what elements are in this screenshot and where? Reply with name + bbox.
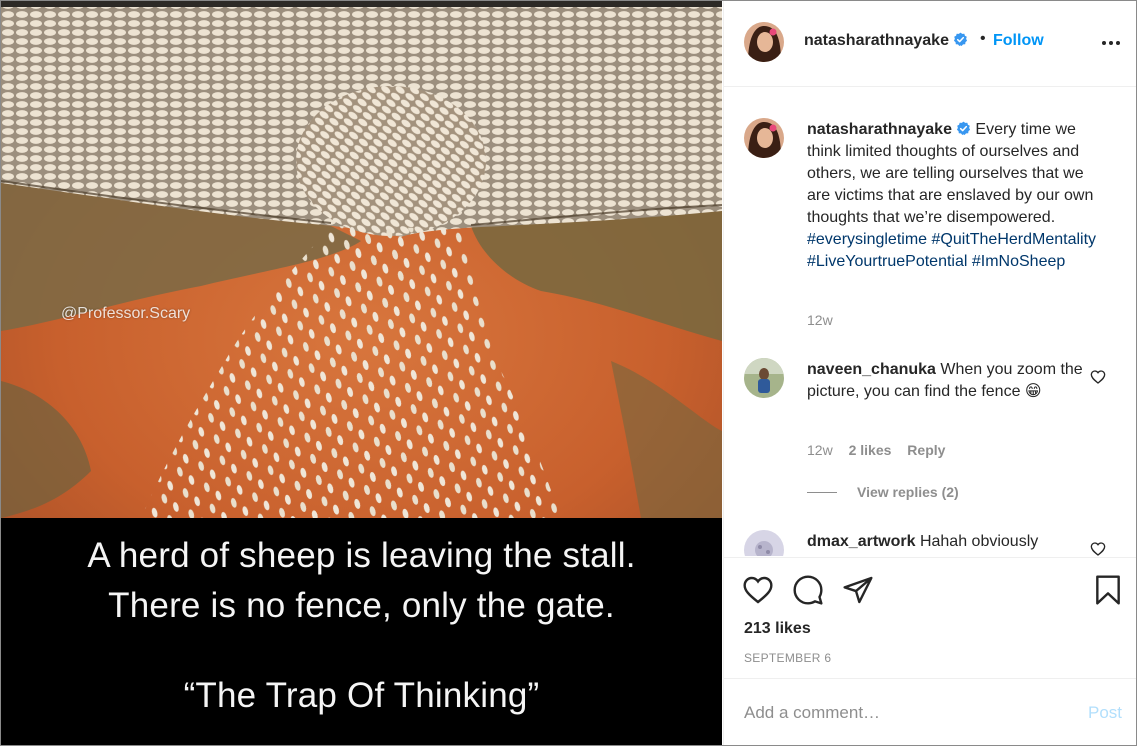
author-avatar[interactable] (744, 22, 784, 62)
hashtag-link[interactable]: #QuitTheHerdMentality (932, 231, 1097, 248)
comment-username[interactable]: dmax_artwork (807, 533, 916, 550)
comment-meta: 12w 2 likes Reply (807, 442, 957, 458)
verified-badge-icon (953, 32, 968, 46)
commenter-avatar[interactable] (744, 530, 784, 556)
caption-age[interactable]: 12w (807, 312, 833, 328)
view-replies-button[interactable]: View replies (2) (857, 484, 959, 500)
caption-author-avatar[interactable] (744, 118, 784, 158)
heart-icon[interactable] (742, 574, 774, 606)
verified-badge-icon (956, 121, 971, 135)
post-comment-button[interactable]: Post (1088, 703, 1122, 723)
comments-list[interactable]: natasharathnayake Every time we think li… (724, 88, 1136, 556)
comment-text: Hahah obviously (919, 533, 1039, 550)
hashtag-link[interactable]: #ImNoSheep (972, 253, 1065, 270)
hashtag-link[interactable]: #LiveYourtruePotential (807, 253, 967, 270)
post-media[interactable]: @Professor.Scary A herd of sheep is leav… (1, 1, 722, 745)
hashtag-link[interactable]: #everysingletime (807, 231, 927, 248)
bookmark-icon[interactable] (1092, 574, 1124, 606)
comment-age[interactable]: 12w (807, 442, 833, 458)
caption-username[interactable]: natasharathnayake (807, 121, 952, 138)
comment-username[interactable]: naveen_chanuka (807, 361, 936, 378)
likes-count[interactable]: 213 likes (744, 620, 811, 638)
comment-input[interactable] (744, 701, 1074, 725)
post-caption: natasharathnayake Every time we think li… (807, 119, 1107, 273)
grinning-emoji: 😁 (1024, 383, 1042, 400)
header-separator: • (980, 30, 986, 47)
post-actions: 213 likes SEPTEMBER 6 (724, 557, 1136, 677)
reply-button[interactable]: Reply (907, 442, 945, 458)
comment-like-icon[interactable] (1090, 369, 1106, 385)
image-caption-line-2: There is no fence, only the gate. (108, 586, 615, 625)
image-caption-line-1: A herd of sheep is leaving the stall. (87, 536, 636, 575)
share-icon[interactable] (842, 574, 874, 606)
post-header: natasharathnayake • Follow (724, 1, 1136, 87)
author-username[interactable]: natasharathnayake (804, 32, 968, 50)
comment-likes[interactable]: 2 likes (849, 442, 892, 458)
commenter-avatar[interactable] (744, 358, 784, 398)
comment-body: dmax_artwork Hahah obviously (807, 531, 1087, 553)
post-date[interactable]: SEPTEMBER 6 (744, 651, 831, 665)
follow-button[interactable]: Follow (993, 32, 1044, 50)
comment-like-icon[interactable] (1090, 541, 1106, 556)
image-caption-line-3: “The Trap Of Thinking” (183, 676, 540, 715)
caption-meta: 12w (807, 312, 845, 328)
add-comment-bar: Post (724, 678, 1136, 745)
view-replies-line (807, 492, 837, 493)
more-options-icon[interactable] (1100, 35, 1122, 51)
comment-body: naveen_chanuka When you zoom the picture… (807, 359, 1087, 403)
post-side-panel: natasharathnayake • Follow natasharathna… (723, 1, 1136, 745)
comment-icon[interactable] (792, 574, 824, 606)
sheep-aerial-photo (1, 1, 722, 518)
photo-watermark: @Professor.Scary (61, 305, 191, 322)
